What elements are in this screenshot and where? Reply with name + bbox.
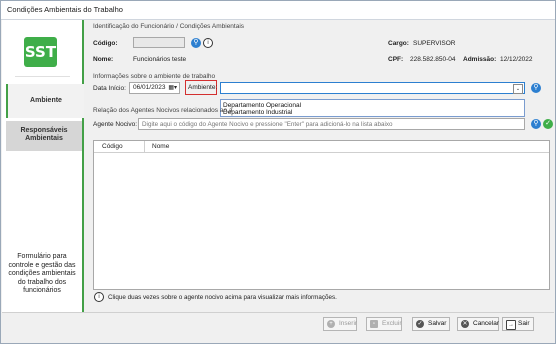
form-description: Formulário para controle e gestão das co… [8,253,76,294]
exit-icon: → [506,320,516,330]
ambiente-select[interactable]: ⌄ [220,82,525,94]
search-icon[interactable]: ⚲ [531,119,541,129]
cpf-value: 228.582.850-04 [410,56,456,63]
nome-label: Nome: [93,56,114,63]
delete-button[interactable]: ▫ Excluir [366,317,402,331]
nome-value: Funcionários teste [133,56,187,63]
calendar-icon[interactable]: ▦▾ [168,84,177,91]
data-inicio-value: 06/01/2023 [133,84,166,91]
divider [15,76,70,77]
sidebar-item-label: Responsáveis Ambientais [20,127,68,142]
codigo-field[interactable] [133,37,185,48]
agente-input[interactable]: Digite aqui o código do Agente Nocivo e … [138,118,525,130]
agente-label: Agente Nocivo: [93,121,138,128]
cancel-button[interactable]: ✕ Cancelar [457,317,499,331]
main-window: Condições Ambientais do Trabalho SST Amb… [0,0,556,344]
trash-icon: ▫ [370,320,378,328]
confirm-icon[interactable]: ✓ [543,119,553,129]
dropdown-option[interactable]: Departamento Industrial [221,109,524,116]
add-icon: + [327,320,335,328]
window-title: Condições Ambientais do Trabalho [7,5,123,14]
column-divider [144,141,145,152]
cpf-label: CPF: [388,56,404,63]
environment-group-title: Informações sobre o ambiente de trabalho [93,73,216,80]
chevron-down-icon[interactable]: ⌄ [513,84,523,94]
ambiente-label: Ambiente: [188,84,218,91]
title-bar: Condições Ambientais do Trabalho [1,1,555,20]
sst-logo: SST [24,37,57,67]
save-label: Salvar [428,320,447,327]
sidebar-item-responsaveis[interactable]: Responsáveis Ambientais [6,121,82,151]
table-hint: Clique duas vezes sobre o agente nocivo … [108,294,337,301]
dropdown-option[interactable]: Departamento Operacional [221,100,524,109]
agents-table[interactable]: Código Nome [93,140,550,290]
column-header-codigo[interactable]: Código [102,143,123,150]
cancel-icon: ✕ [461,320,469,328]
ambiente-label-highlight: Ambiente: [185,80,217,95]
table-header: Código Nome [94,141,549,153]
ambiente-dropdown-list: Departamento Operacional Departamento In… [220,99,525,117]
search-icon[interactable]: ⚲ [191,38,201,48]
admissao-value: 12/12/2022 [500,56,533,63]
cargo-label: Cargo: [388,40,409,47]
data-inicio-field[interactable]: 06/01/2023 ▦▾ [129,82,180,94]
info-icon[interactable]: i [203,38,213,48]
search-icon[interactable]: ⚲ [531,83,541,93]
cargo-value: SUPERVISOR [413,40,456,47]
save-button[interactable]: ✓ Salvar [412,317,450,331]
admissao-label: Admissão: [463,56,497,63]
column-header-nome[interactable]: Nome [152,143,169,150]
delete-label: Excluir [382,320,402,327]
data-inicio-label: Data Início: [93,85,126,92]
bottom-toolbar: + Inserir ▫ Excluir ✓ Salvar ✕ Cancelar → Sai… [2,312,554,335]
main-panel: Identificação do Funcionário / Condições… [85,20,555,312]
check-icon: ✓ [416,320,424,328]
sidebar-item-ambiente[interactable]: Ambiente [6,84,84,118]
insert-button[interactable]: + Inserir [323,317,357,331]
codigo-label: Código: [93,40,118,47]
insert-label: Inserir [339,320,358,327]
agents-group-title: Relação dos Agentes Nocivos relacionados… [93,107,233,114]
sidebar: SST Ambiente Responsáveis Ambientais For… [2,20,84,312]
exit-label: Sair [518,320,530,327]
cancel-label: Cancelar [473,320,500,327]
info-icon: i [94,292,104,302]
exit-button[interactable]: → Sair [502,317,534,331]
agente-placeholder: Digite aqui o código do Agente Nocivo e … [142,121,393,128]
employee-group-title: Identificação do Funcionário / Condições… [93,23,245,30]
